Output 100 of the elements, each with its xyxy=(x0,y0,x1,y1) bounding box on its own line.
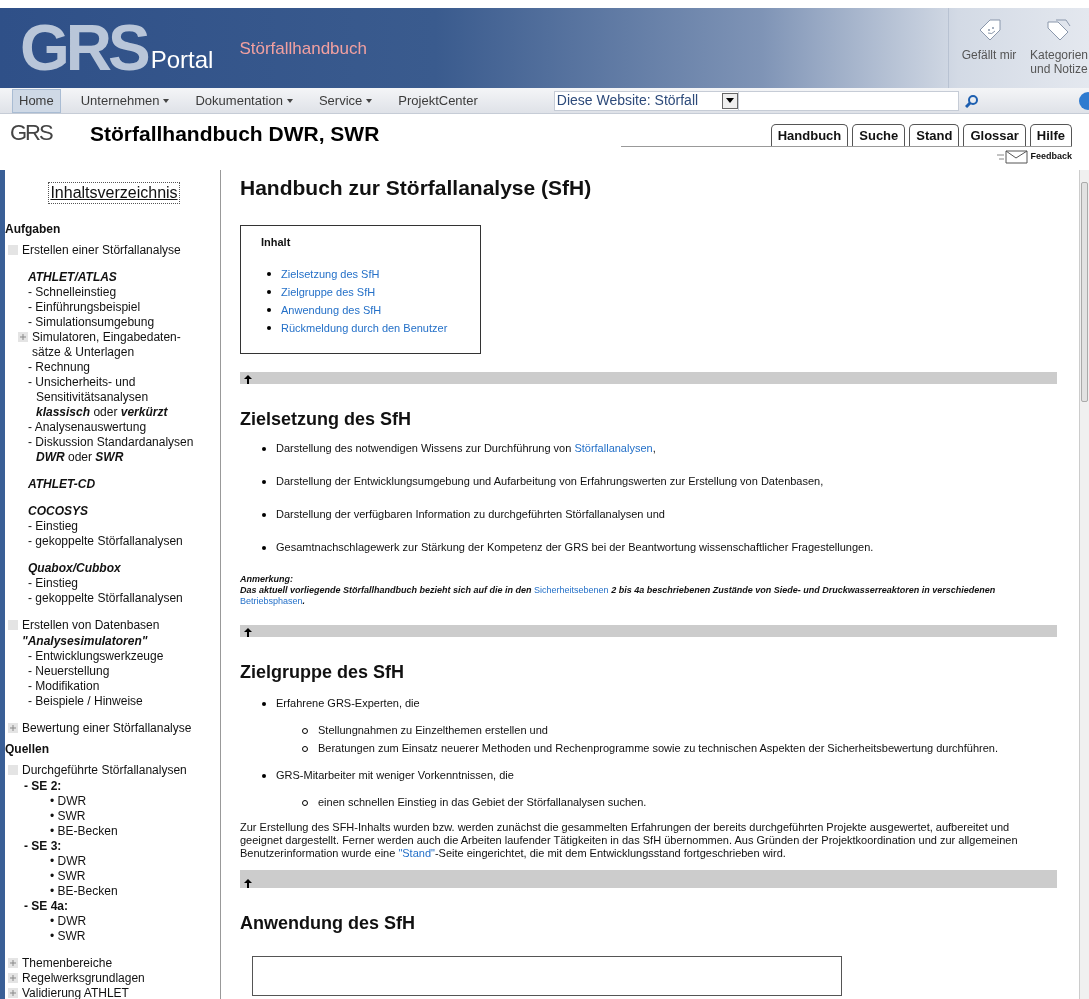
feedback-link[interactable]: Feedback xyxy=(996,150,1072,164)
up-arrow-icon[interactable] xyxy=(244,375,252,384)
section-heading: Zielsetzung des SfH xyxy=(240,408,413,430)
toc-item[interactable]: - Diskussion Standardanalysen DWR oder SWR xyxy=(8,435,220,465)
toc-item[interactable]: • SWR xyxy=(8,869,220,884)
toc-title-link[interactable]: Inhaltsverzeichnis xyxy=(48,182,180,204)
toc-item[interactable]: - Analysenauswertung xyxy=(8,420,220,435)
toc-node[interactable]: Bewertung einer Störfallanalyse xyxy=(22,721,192,736)
toc-item[interactable]: • DWR xyxy=(8,854,220,869)
bullet-text: GRS-Mitarbeiter mit weniger Vorkenntnissen, die xyxy=(276,769,514,782)
toc-item[interactable]: - Unsicherheits- und Sensitivitätsanalysen klassisch oder verkürzt xyxy=(8,375,220,420)
toc-node[interactable]: Durchgeführte Störfallanalysen xyxy=(22,763,187,778)
toc-item[interactable]: - Schnelleinstieg xyxy=(8,285,220,300)
toc-item[interactable]: - Einstieg xyxy=(8,519,220,534)
group-title[interactable]: COCOSYS xyxy=(8,504,220,519)
up-arrow-icon[interactable] xyxy=(244,879,252,888)
toc-item[interactable]: • SWR xyxy=(8,929,220,944)
toc-item[interactable]: • BE-Becken xyxy=(8,824,220,839)
bullet-text: Stellungnahmen zu Einzelthemen erstellen und xyxy=(318,724,548,737)
scrollbar-thumb[interactable] xyxy=(1081,182,1088,402)
tab[interactable]: Handbuch xyxy=(770,124,849,146)
bullet-text: Beratungen zum Einsatz neuerer Methoden und Rechenprogramme sowie zu technischen Aspekten der Sicherheitsbewertung durchführen. xyxy=(318,742,998,755)
toc-item[interactable]: - gekoppelte Störfallanalysen xyxy=(8,591,220,606)
toc-node[interactable]: Validierung ATHLET xyxy=(22,986,129,999)
section-heading: Aufgaben xyxy=(5,222,62,237)
nav-item[interactable]: Service xyxy=(312,88,379,113)
bullet-text: Darstellung der Entwicklungsumgebung und Aufarbeitung von Erfahrungswerten zur Erstellung von Datenbasen, xyxy=(276,475,824,488)
section-heading: Quellen xyxy=(5,742,50,757)
section-heading: Zielgruppe des SfH xyxy=(240,661,406,683)
group-title[interactable]: Quabox/Cubbox xyxy=(8,561,220,576)
expand-toggle[interactable] xyxy=(8,958,18,968)
toc-item[interactable]: - gekoppelte Störfallanalysen xyxy=(8,534,220,549)
site-title[interactable]: Störfallhandbuch xyxy=(239,36,367,88)
toc-node[interactable]: Regelwerksgrundlagen xyxy=(22,971,145,986)
toc-item[interactable]: - Modifikation xyxy=(8,679,220,694)
toc-link[interactable]: Zielgruppe des SfH xyxy=(281,285,376,299)
toc-item[interactable]: - Einstieg xyxy=(8,576,220,591)
toc-item[interactable]: • BE-Becken xyxy=(8,884,220,899)
tab[interactable]: Stand xyxy=(909,124,960,146)
toc-item[interactable]: • SWR xyxy=(8,809,220,824)
paragraph-text: Zur Erstellung des SFH-Inhalts wurden bzw. werden zunächst die gesammelten Erfahrungen der bereits durchgeführten Projekte ausgewertet, aufbereitet und geeignet dargestellt. Ferner werden auch die Arbeiten laufender Tätigkeiten in das SfH übernommen. Aus Gründen der Projektkoordination und zur allgemeinen Benutzerinformation wurde eine "Stand"-Seite eingerichtet, die mit dem Entwicklungsstand fortgeschrieben wird. xyxy=(240,821,1019,860)
nav-item[interactable]: ProjektCenter xyxy=(392,88,484,113)
toc-node[interactable]: Erstellen einer Störfallanalyse xyxy=(22,243,181,258)
action-button[interactable]: Kategorien und Notize xyxy=(1029,18,1089,88)
toc-item[interactable]: - Einführungsbeispiel xyxy=(8,300,220,315)
tab[interactable]: Hilfe xyxy=(1029,124,1072,146)
inline-link[interactable]: Sicherheitsebenen xyxy=(534,585,609,595)
toc-item[interactable]: • DWR xyxy=(8,914,220,929)
expand-toggle[interactable] xyxy=(18,332,28,342)
grs-logo: GRS xyxy=(9,120,54,146)
action-button[interactable]: Gefällt mir xyxy=(959,18,1019,88)
group-title[interactable]: "Analysesimulatoren" xyxy=(8,634,220,649)
toc-item[interactable]: - SE 2: xyxy=(8,779,220,794)
content-title: Handbuch zur Störfallanalyse (SfH) xyxy=(240,175,593,201)
bullet-text: Darstellung des notwendigen Wissens zur Durchführung von Störfallanalysen, xyxy=(276,442,656,455)
bullet-icon xyxy=(262,545,266,550)
toc-link[interactable]: Anwendung des SfH xyxy=(281,303,382,317)
up-arrow-icon[interactable] xyxy=(244,628,252,637)
collapse-toggle[interactable] xyxy=(8,620,18,630)
expand-toggle[interactable] xyxy=(8,973,18,983)
bullet-icon xyxy=(267,326,271,330)
bullet-icon xyxy=(262,512,266,517)
collapse-toggle[interactable] xyxy=(8,245,18,255)
toc-item[interactable]: • DWR xyxy=(8,794,220,809)
group-title[interactable]: ATHLET-CD xyxy=(8,477,220,492)
toc-link[interactable]: Rückmeldung durch den Benutzer xyxy=(281,321,448,335)
bullet-icon xyxy=(262,479,266,484)
expand-toggle[interactable] xyxy=(8,723,18,733)
inline-link[interactable]: "Stand" xyxy=(398,847,435,859)
expand-toggle[interactable] xyxy=(8,988,18,998)
toc-item[interactable]: Simulatoren, Eingabedaten- sätze & Unterlagen xyxy=(32,330,181,360)
toc-item[interactable]: - Simulationsumgebung xyxy=(8,315,220,330)
bullet-text: Gesamtnachschlagewerk zur Stärkung der Kompetenz der GRS bei der Beantwortung wissenschaftlicher Fragestellungen. xyxy=(276,541,874,554)
tab[interactable]: Glossar xyxy=(963,124,1026,146)
toc-item[interactable]: - Neuerstellung xyxy=(8,664,220,679)
scrollbar[interactable] xyxy=(1079,170,1089,999)
tab[interactable]: Suche xyxy=(852,124,906,146)
nav-item[interactable]: Home xyxy=(12,88,61,113)
toc-item[interactable]: - SE 3: xyxy=(8,839,220,854)
toc-node[interactable]: Erstellen von Datenbasen xyxy=(22,618,160,633)
collapse-toggle[interactable] xyxy=(8,765,18,775)
toc-node[interactable]: Themenbereiche xyxy=(22,956,113,971)
toc-item[interactable]: - Entwicklungswerkzeuge xyxy=(8,649,220,664)
envelope-icon xyxy=(996,150,1029,164)
note-text: Anmerkung: Das aktuell vorliegende Störfallhandbuch bezieht sich auf die in den Sicherheitsebenen 2 bis 4a beschriebenen Zustände von Siede- und Druckwasserreaktoren in verschiedenen Betriebsphasen. xyxy=(240,574,997,607)
toc-item[interactable]: - Rechnung xyxy=(8,360,220,375)
bullet-text: Erfahrene GRS-Experten, die xyxy=(276,697,420,710)
search-field[interactable] xyxy=(738,90,959,111)
portal-label: Portal xyxy=(150,45,214,75)
bullet-text: Darstellung der verfügbaren Information zu durchgeführten Störfallanalysen und xyxy=(276,508,665,521)
nav-item[interactable]: Dokumentation xyxy=(189,88,299,113)
group-title[interactable]: ATHLET/ATLAS xyxy=(8,270,220,285)
section-heading: Anwendung des SfH xyxy=(240,912,416,934)
search-scope-dropdown[interactable]: Diese Website: Störfall xyxy=(553,90,739,111)
site-logo[interactable]: GRS xyxy=(20,16,147,80)
nav-item[interactable]: Unternehmen xyxy=(74,88,176,113)
toc-link[interactable]: Zielsetzung des SfH xyxy=(281,267,380,281)
toc-item[interactable]: - Beispiele / Hinweise xyxy=(8,694,220,709)
inline-link[interactable]: Störfallanalysen xyxy=(574,442,653,454)
toc-item[interactable]: - SE 4a: xyxy=(8,899,220,914)
